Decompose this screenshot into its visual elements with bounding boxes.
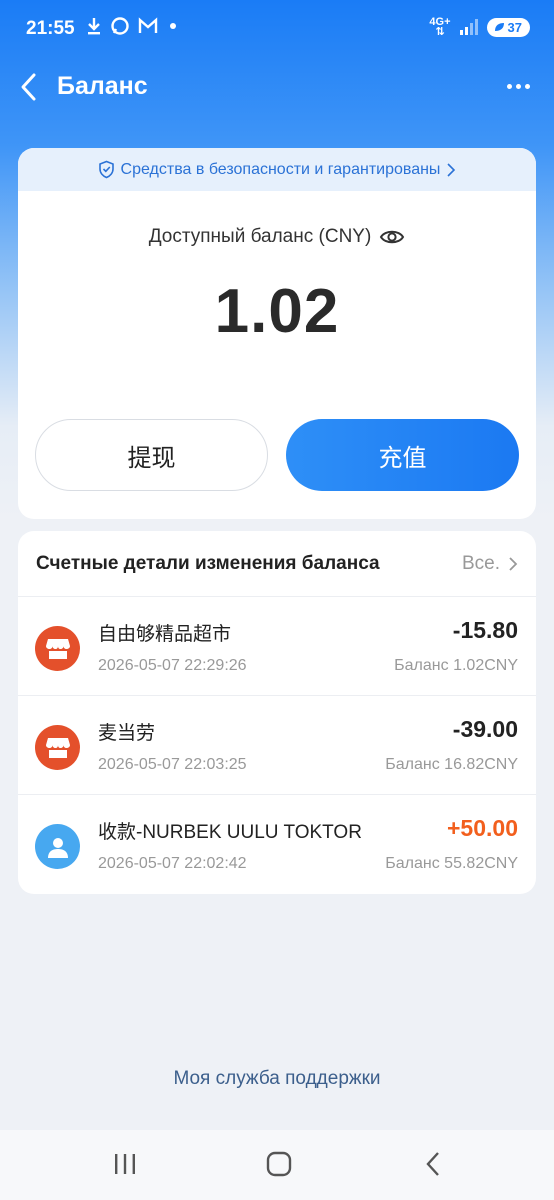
transactions-card: Счетные детали изменения баланса Все. 自由… (18, 531, 536, 894)
balance-label: Доступный баланс (CNY) (148, 226, 372, 247)
system-icons: 4G+ ⇅ 37 (429, 17, 530, 38)
transaction-date: 2026-05-07 22:29:26 (98, 657, 247, 674)
dot-icon (507, 84, 512, 89)
transaction-name: 收款-NURBEK UULU TOKTOR (98, 822, 362, 843)
more-notifications-dot (170, 23, 176, 29)
transaction-balance: Баланс 1.02CNY (394, 657, 518, 674)
battery-indicator: 37 (486, 17, 530, 37)
transactions-header: Счетные детали изменения баланса Все. (18, 531, 536, 597)
security-banner[interactable]: Средства в безопасности и гарантированы (18, 148, 536, 191)
battery-level: 37 (507, 19, 522, 35)
chat-bubble-icon (111, 17, 129, 35)
view-all-button[interactable]: Все. (462, 553, 518, 575)
recent-apps-icon[interactable] (112, 1150, 138, 1178)
store-icon (35, 626, 80, 671)
download-icon (88, 18, 100, 35)
status-bar: 21:55 4G+ ⇅ 37 (0, 0, 554, 60)
chevron-left-icon (21, 73, 36, 101)
chevron-right-icon (447, 162, 456, 177)
balance-amount: 1.02 (214, 277, 340, 346)
withdraw-button[interactable]: 提现 (35, 419, 268, 491)
system-nav-bar (0, 1130, 554, 1200)
balance-card: Средства в безопасности и гарантированы … (18, 148, 536, 519)
shield-check-icon (98, 160, 114, 179)
page-title: Баланс (57, 72, 148, 100)
app-header: Баланс (0, 62, 554, 112)
network-indicator: 4G+ ⇅ (429, 17, 450, 38)
leaf-icon (494, 23, 504, 31)
signal-icon (459, 19, 478, 35)
transaction-date: 2026-05-07 22:02:42 (98, 855, 247, 872)
store-icon (35, 725, 80, 770)
transaction-row[interactable]: 收款-NURBEK UULU TOKTOR 2026-05-07 22:02:4… (18, 795, 536, 894)
transactions-title: Счетные детали изменения баланса (36, 552, 380, 574)
chevron-right-icon (509, 556, 518, 571)
back-button[interactable] (16, 70, 46, 104)
security-text: Средства в безопасности и гарантированы (120, 160, 441, 178)
transaction-amount: -39.00 (452, 716, 518, 742)
transaction-date: 2026-05-07 22:03:25 (98, 756, 247, 773)
transaction-name: 麦当劳 (98, 723, 156, 744)
user-icon (35, 824, 80, 869)
transaction-row[interactable]: 自由够精品超市 2026-05-07 22:29:26 -15.80 Балан… (18, 597, 536, 696)
dot-icon (525, 84, 530, 89)
back-nav-icon[interactable] (422, 1150, 446, 1178)
transaction-amount: +50.00 (447, 815, 518, 841)
view-all-label: Все. (461, 552, 500, 574)
transaction-balance: Баланс 55.82CNY (385, 855, 518, 872)
home-icon[interactable] (265, 1150, 293, 1178)
topup-button[interactable]: 充值 (286, 419, 519, 491)
mail-icon (138, 17, 158, 33)
status-time: 21:55 (26, 18, 75, 39)
balance-label-row: Доступный баланс (CNY) (18, 226, 536, 248)
notification-icons (86, 16, 176, 36)
transaction-amount: -15.80 (452, 617, 518, 643)
eye-icon[interactable] (379, 227, 405, 247)
transaction-row[interactable]: 麦当劳 2026-05-07 22:03:25 -39.00 Баланс 16… (18, 696, 536, 795)
dot-icon (516, 84, 521, 89)
data-arrows-icon: ⇅ (435, 26, 445, 38)
transaction-balance: Баланс 16.82CNY (385, 756, 518, 773)
transaction-name: 自由够精品超市 (98, 624, 232, 645)
support-link[interactable]: Моя служба поддержки (0, 1068, 554, 1090)
more-options-button[interactable] (507, 84, 530, 89)
